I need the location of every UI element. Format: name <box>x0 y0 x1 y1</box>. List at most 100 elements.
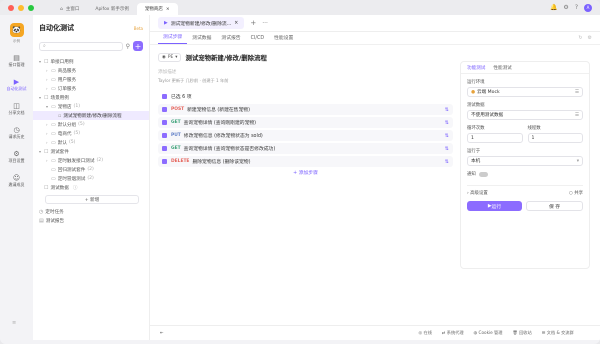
tree-group[interactable]: ▾ ☐ 测试套件 <box>33 147 149 156</box>
project-tab-sample[interactable]: Apifox 新手示例 <box>87 3 136 15</box>
link-icon[interactable]: ⇅ <box>445 120 449 126</box>
notify-toggle[interactable] <box>478 171 488 177</box>
test-data-select[interactable]: 不使用测试数据 ☰ <box>467 110 583 120</box>
filter-icon[interactable]: ⚲ <box>126 43 130 50</box>
tree-group[interactable]: ▾ ☐ 场景用例 <box>33 93 149 102</box>
runner-select[interactable]: 本机 ▾ <box>467 156 583 166</box>
checkbox-icon[interactable] <box>162 133 167 138</box>
case-title[interactable]: 测试宠物新建/修改/删除流程 <box>185 53 266 62</box>
sidebar-toggle-icon[interactable]: ⇤ <box>160 330 164 335</box>
add-button[interactable]: + <box>133 41 143 51</box>
save-button[interactable]: 保 存 <box>526 201 583 211</box>
rail-item-share[interactable]: ◫ 分享文档 <box>0 102 33 116</box>
rail-item-test[interactable]: ▶ 自动化测试 <box>0 78 33 92</box>
add-step-button[interactable]: + 添加步骤 <box>158 169 453 176</box>
project-logo-icon[interactable]: 🐼 <box>9 23 24 37</box>
close-icon[interactable]: × <box>166 7 170 12</box>
rail-item-invite[interactable]: ☺ 邀请成员 <box>0 174 33 188</box>
http-method: PUT <box>171 133 181 138</box>
sidebar-item-reports[interactable]: ▤ 测试报告 <box>33 216 149 225</box>
advanced-settings-toggle[interactable]: › 高级设置 <box>467 190 488 196</box>
tree-item-label: 电商代 <box>57 131 72 137</box>
bell-icon[interactable]: 🔔 <box>550 4 557 11</box>
checkbox-icon[interactable] <box>162 146 167 151</box>
status-proxy-label: 系统代理 <box>446 329 464 335</box>
search-input[interactable]: ⌕ <box>39 41 123 51</box>
tree-item-count: (5) <box>68 140 76 145</box>
share-checkbox[interactable]: ○ 共享 <box>569 190 583 196</box>
rail-item-label: 自动化测试 <box>6 86 27 91</box>
rail-item-history[interactable]: ◷ 请求历史 <box>0 126 33 140</box>
checkbox-icon[interactable] <box>162 94 167 99</box>
avatar[interactable]: A <box>584 3 592 12</box>
thread-count-input[interactable]: 1 <box>527 133 583 143</box>
tab-test-report[interactable]: 测试报告 <box>216 34 245 44</box>
new-data-button[interactable]: + 新增 <box>45 195 139 204</box>
checkbox-icon[interactable] <box>162 120 167 125</box>
minimize-window-button[interactable] <box>18 4 24 11</box>
settings-icon[interactable]: ⚙ <box>588 35 592 41</box>
tree-item[interactable]: ▭ 回归测试套件 (2) <box>33 165 149 174</box>
link-icon[interactable]: ⇅ <box>445 159 449 165</box>
titlebar-actions: 🔔 ⚙ ? A <box>550 3 592 12</box>
zoom-window-button[interactable] <box>28 4 34 11</box>
close-window-button[interactable] <box>8 4 14 11</box>
tab-test-case[interactable]: ▶ 测试宠物新建/修改/删除流... × <box>158 17 245 29</box>
status-cookie[interactable]: ◍ Cookie 管理 <box>474 330 503 336</box>
tree-item-label: 回归测试套件 <box>57 167 86 173</box>
project-tab-main[interactable]: ⌂ 主窗口 <box>52 3 87 15</box>
select-all-row[interactable]: 已选 6 项 <box>158 91 453 102</box>
rail-item-settings[interactable]: ⚙ 项目设置 <box>0 150 33 164</box>
tab-test-data[interactable]: 测试数据 <box>187 34 216 44</box>
env-selector[interactable]: ◉ PE ▾ <box>158 53 182 62</box>
tab-performance[interactable]: 性能设置 <box>269 34 298 44</box>
step-row[interactable]: GET 查询宠物详情 (查询刚刚建的宠物) ⇅ <box>158 117 453 128</box>
tree-item[interactable]: › ▭ 定时触发接口测试 (2) <box>33 156 149 165</box>
new-tab-button[interactable]: + <box>250 19 256 27</box>
tree-item[interactable]: › ▭ 默认 (5) <box>33 138 149 147</box>
step-row[interactable]: POST 新建宠物信息 (新建在售宠物) ⇅ <box>158 104 453 115</box>
rail-item-api[interactable]: ▤ 接口管理 <box>0 54 33 68</box>
report-icon: ▤ <box>39 217 44 224</box>
refresh-icon[interactable]: ↻ <box>578 35 582 41</box>
step-row[interactable]: GET 查询宠物详情 (查询宠物状态是否修改成功) ⇅ <box>158 143 453 154</box>
description-input[interactable]: 添加描述 <box>158 69 453 75</box>
gear-icon[interactable]: ⚙ <box>563 4 568 11</box>
project-tab-petstore[interactable]: 宠物商店 × <box>136 3 178 15</box>
help-icon[interactable]: ? <box>575 4 578 11</box>
tree-item[interactable]: › ▭ 默认分组 (5) <box>33 120 149 129</box>
checkbox-icon[interactable] <box>162 107 167 112</box>
tab-performance-test[interactable]: 性能测试 <box>493 65 511 71</box>
tree-item[interactable]: › ▭ 用户服务 <box>33 75 149 84</box>
tree-item[interactable]: › ▭ 订单服务 <box>33 84 149 93</box>
tree-group[interactable]: ▾ ☐ 单接口用例 <box>33 57 149 66</box>
status-trash[interactable]: 🗑 回收站 <box>512 330 531 336</box>
status-docs[interactable]: ☰ 文档 & 交流群 <box>542 330 574 336</box>
status-online[interactable]: ◎ 在线 <box>419 330 432 336</box>
collapse-icon[interactable]: ≡ <box>12 320 16 326</box>
http-method: GET <box>171 146 181 151</box>
more-icon[interactable]: ··· <box>262 20 268 27</box>
status-proxy[interactable]: ⇄ 系统代理 <box>442 330 464 336</box>
tree-item[interactable]: › ▭ 电商代 (5) <box>33 129 149 138</box>
tab-test-steps[interactable]: 测试步骤 <box>158 33 188 44</box>
link-icon[interactable]: ⇅ <box>445 146 449 152</box>
sidebar-item-schedule[interactable]: ◷ 定时任务 <box>33 207 149 216</box>
link-icon[interactable]: ⇅ <box>445 133 449 139</box>
tree-item[interactable]: ▭ 定时冒烟测试 (2) <box>33 174 149 183</box>
list-icon: ☰ <box>574 112 579 118</box>
checkbox-icon[interactable] <box>162 159 167 164</box>
step-row[interactable]: PUT 修改宠物信息 (修改宠物状态为 sold) ⇅ <box>158 130 453 141</box>
env-select[interactable]: ● 云端 Mock ☰ <box>467 87 583 97</box>
tab-functional-test[interactable]: 功能测试 <box>467 65 485 71</box>
close-icon[interactable]: × <box>234 21 238 26</box>
link-icon[interactable]: ⇅ <box>445 107 449 113</box>
tree-item[interactable]: ▫ 测试宠物新建/修改/删除流程 <box>33 111 149 120</box>
tree-item[interactable]: ▾ ▭ 宠物店 (1) <box>33 102 149 111</box>
tab-cicd[interactable]: CI/CD <box>246 36 269 44</box>
step-row[interactable]: DELETE 删除宠物信息 (删除该宠物) ⇅ <box>158 156 453 167</box>
tree-group[interactable]: ☐ 测试数据 ⓘ <box>33 183 149 192</box>
tree-item[interactable]: › ▭ 商品服务 <box>33 66 149 75</box>
loop-count-input[interactable]: 1 <box>467 133 523 143</box>
run-button[interactable]: ▶ 运行 <box>467 201 522 211</box>
